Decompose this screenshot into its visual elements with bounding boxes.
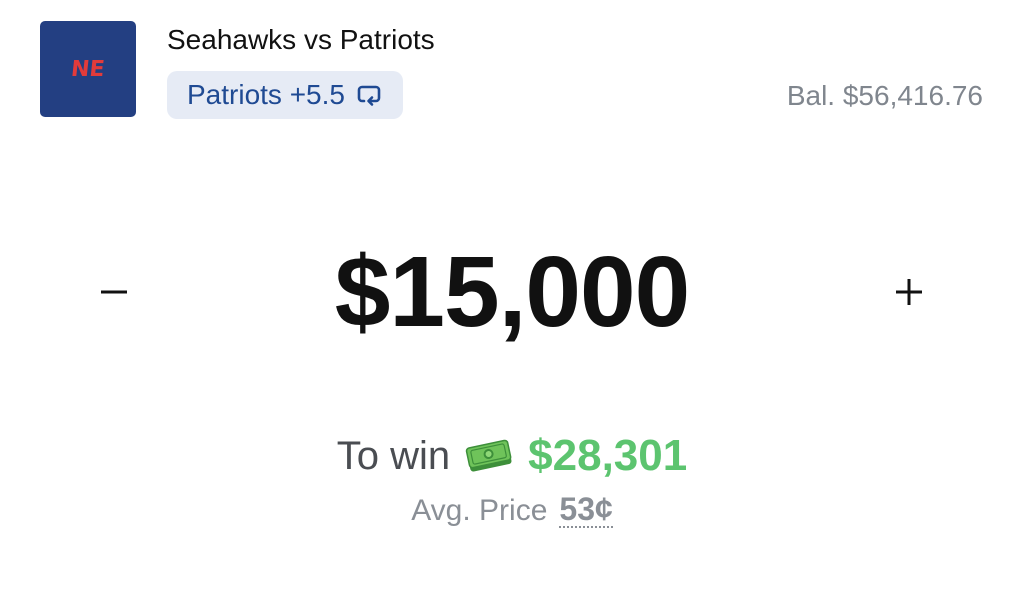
to-win-row: To win $28,301 [0, 430, 1024, 482]
plus-icon [896, 279, 922, 305]
wager-amount[interactable]: $15,000 [0, 232, 1024, 352]
increment-button[interactable] [879, 262, 939, 322]
avg-price-label: Avg. Price [411, 494, 548, 527]
swap-icon[interactable] [355, 81, 383, 109]
matchup-title: Seahawks vs Patriots [167, 24, 435, 55]
selection-chip[interactable]: Patriots +5.5 [167, 71, 403, 119]
team-logo: NE [40, 21, 136, 117]
avg-price-value[interactable]: 53¢ [559, 492, 613, 528]
money-icon [464, 436, 514, 476]
avg-price-row: Avg. Price 53¢ [0, 492, 1024, 528]
to-win-label: To win [336, 434, 451, 478]
team-logo-text: NE [69, 56, 107, 82]
bet-slip: NE Seahawks vs Patriots Patriots +5.5 Ba… [0, 0, 1024, 590]
balance: Bal. $56,416.76 [786, 80, 983, 111]
selection-label: Patriots +5.5 [187, 79, 345, 110]
to-win-value: $28,301 [528, 431, 688, 480]
